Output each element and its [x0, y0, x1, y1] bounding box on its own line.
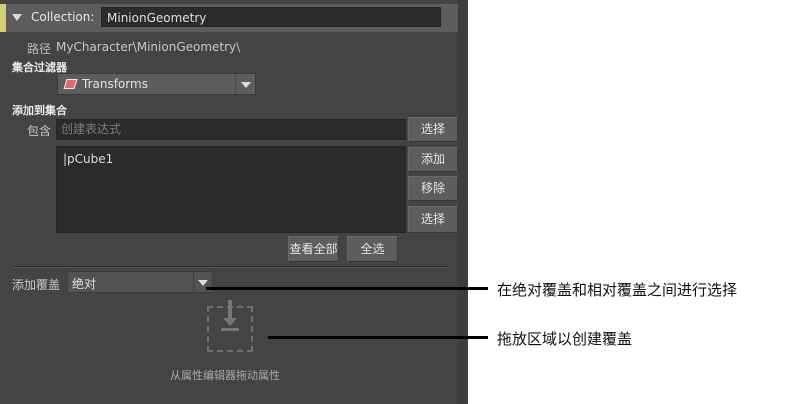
add-override-label: 添加覆盖: [12, 278, 61, 292]
select-expression-button[interactable]: 选择: [408, 117, 458, 142]
drag-hint-text: 从属性编辑器拖动属性: [170, 369, 280, 382]
collection-label: Collection:: [31, 10, 95, 24]
drop-arrow-head: [223, 318, 237, 326]
collection-name-field[interactable]: MinionGeometry: [101, 7, 441, 27]
add-to-collection-title: 添加到集合: [12, 104, 67, 117]
drop-target-icon: [228, 300, 232, 318]
collection-filter-value: Transforms: [82, 77, 148, 91]
drop-zone-callout-text: 拖放区域以创建覆盖: [497, 330, 633, 348]
override-type-value: 绝对: [72, 277, 97, 291]
header-accent-bar: [0, 4, 6, 32]
collapse-arrow-icon[interactable]: [12, 14, 22, 21]
callout-leader-line: [206, 287, 488, 290]
dropdown-divider: [193, 272, 194, 292]
override-type-dropdown[interactable]: 绝对: [67, 271, 213, 293]
dropdown-arrow-icon[interactable]: [198, 280, 208, 286]
panel-scrollbar[interactable]: [458, 0, 468, 404]
member-list[interactable]: |pCube1: [56, 146, 406, 233]
select-button[interactable]: 选择: [408, 206, 458, 233]
expression-input[interactable]: 创建表达式: [56, 119, 406, 140]
path-value: MyCharacter\MinionGeometry\: [56, 40, 241, 54]
path-label: 路径: [27, 42, 52, 56]
collection-panel: Collection: MinionGeometry 路径 MyCharacte…: [0, 0, 468, 404]
section-divider: [12, 266, 448, 268]
dropdown-arrow-icon[interactable]: [241, 82, 251, 88]
callout-leader-line: [268, 336, 488, 339]
remove-button[interactable]: 移除: [408, 176, 458, 201]
drop-arrow-base: [221, 328, 239, 331]
view-all-button[interactable]: 查看全部: [288, 236, 339, 262]
include-label: 包含: [27, 124, 52, 138]
transform-filter-icon: [63, 79, 78, 89]
override-callout-text: 在绝对覆盖和相对覆盖之间进行选择: [497, 281, 738, 299]
select-all-button[interactable]: 全选: [347, 236, 398, 262]
collection-header[interactable]: Collection: MinionGeometry: [0, 4, 458, 32]
override-drop-zone[interactable]: [207, 300, 253, 352]
dropdown-divider: [235, 74, 236, 94]
list-item[interactable]: |pCube1: [63, 152, 113, 166]
collection-filter-dropdown[interactable]: Transforms: [57, 73, 256, 95]
add-button[interactable]: 添加: [408, 147, 458, 172]
